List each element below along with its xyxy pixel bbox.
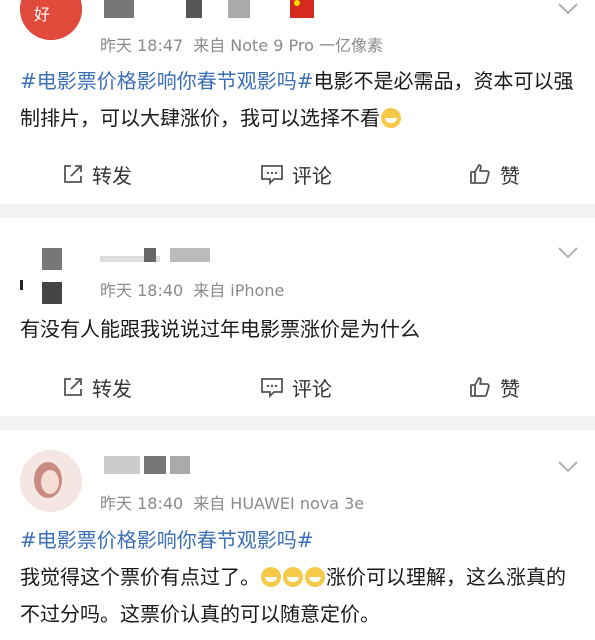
- action-bar: 转发 评论 赞: [0, 367, 595, 407]
- avatar-image: [20, 450, 82, 512]
- post-card: 昨天 18:40 来自 HUAWEI nova 3e #电影票价格影响你春节观影吗…: [0, 430, 595, 640]
- avatar-image: [20, 248, 62, 304]
- post-meta: 昨天 18:40 来自 iPhone: [100, 277, 294, 301]
- comment-button[interactable]: 评论: [260, 154, 332, 194]
- post-time: 昨天 18:47: [100, 36, 184, 55]
- comment-button[interactable]: 评论: [260, 367, 332, 407]
- repost-button[interactable]: 转发: [62, 367, 132, 407]
- repost-label: 转发: [92, 163, 132, 188]
- repost-button[interactable]: 转发: [62, 154, 132, 194]
- repost-icon: [64, 378, 82, 396]
- post-source: 来自 HUAWEI nova 3e: [193, 494, 365, 513]
- comment-label: 评论: [292, 163, 332, 188]
- divider: [0, 204, 595, 218]
- laugh-cry-emoji-icon: [305, 567, 325, 587]
- post-meta: 昨天 18:40 来自 HUAWEI nova 3e: [100, 490, 374, 514]
- avatar[interactable]: 好: [20, 0, 82, 40]
- laugh-cry-emoji-icon: [261, 567, 281, 587]
- post-text: 有没有人能跟我说说过年电影票涨价是为什么: [20, 317, 420, 341]
- laugh-cry-emoji-icon: [283, 567, 303, 587]
- svg-text:好: 好: [34, 5, 50, 24]
- post-card: 好 昨天 18:47 来自 Note 9 Pro 一亿像素 #电影票价格影响你春节…: [0, 0, 595, 204]
- comment-icon: [261, 378, 283, 398]
- post-meta: 昨天 18:47 来自 Note 9 Pro 一亿像素: [100, 32, 393, 56]
- repost-icon: [64, 165, 82, 183]
- like-button[interactable]: 赞: [468, 367, 520, 407]
- avatar-image: 好: [20, 0, 82, 40]
- chevron-down-icon[interactable]: [557, 460, 579, 474]
- post-time: 昨天 18:40: [100, 281, 184, 300]
- topic-link[interactable]: #电影票价格影响你春节观影吗#: [20, 69, 314, 93]
- divider: [0, 416, 595, 430]
- chevron-down-icon[interactable]: [557, 246, 579, 260]
- username-blurred[interactable]: [104, 0, 254, 20]
- repost-label: 转发: [92, 376, 132, 401]
- like-button[interactable]: 赞: [468, 154, 520, 194]
- comment-icon: [261, 165, 283, 185]
- post-text: #电影票价格影响你春节观影吗#电影不是必需品，资本可以强制排片，可以大肆涨价，我…: [20, 69, 574, 130]
- like-label: 赞: [500, 376, 520, 401]
- grin-emoji-icon: [381, 108, 401, 128]
- comment-label: 评论: [292, 376, 332, 401]
- like-label: 赞: [500, 163, 520, 188]
- vip-flag-icon: [290, 0, 314, 18]
- post-source: 来自 Note 9 Pro 一亿像素: [193, 36, 383, 55]
- post-time: 昨天 18:40: [100, 494, 184, 513]
- chevron-down-icon[interactable]: [557, 2, 579, 16]
- topic-link[interactable]: #电影票价格影响你春节观影吗#: [20, 528, 314, 552]
- post-source: 来自 iPhone: [193, 281, 285, 300]
- thumbs-up-icon: [470, 164, 490, 184]
- post-card: 昨天 18:40 来自 iPhone 有没有人能跟我说说过年电影票涨价是为什么 转…: [0, 218, 595, 416]
- thumbs-up-icon: [470, 377, 490, 397]
- avatar[interactable]: [20, 242, 82, 304]
- username-blurred[interactable]: [104, 454, 194, 476]
- post-text: #电影票价格影响你春节观影吗# 我觉得这个票价有点过了。 涨价可以理解，这么涨真的…: [20, 528, 566, 626]
- action-bar: 转发 评论 赞: [0, 154, 595, 194]
- avatar[interactable]: [20, 450, 82, 512]
- username-blurred[interactable]: [100, 246, 220, 268]
